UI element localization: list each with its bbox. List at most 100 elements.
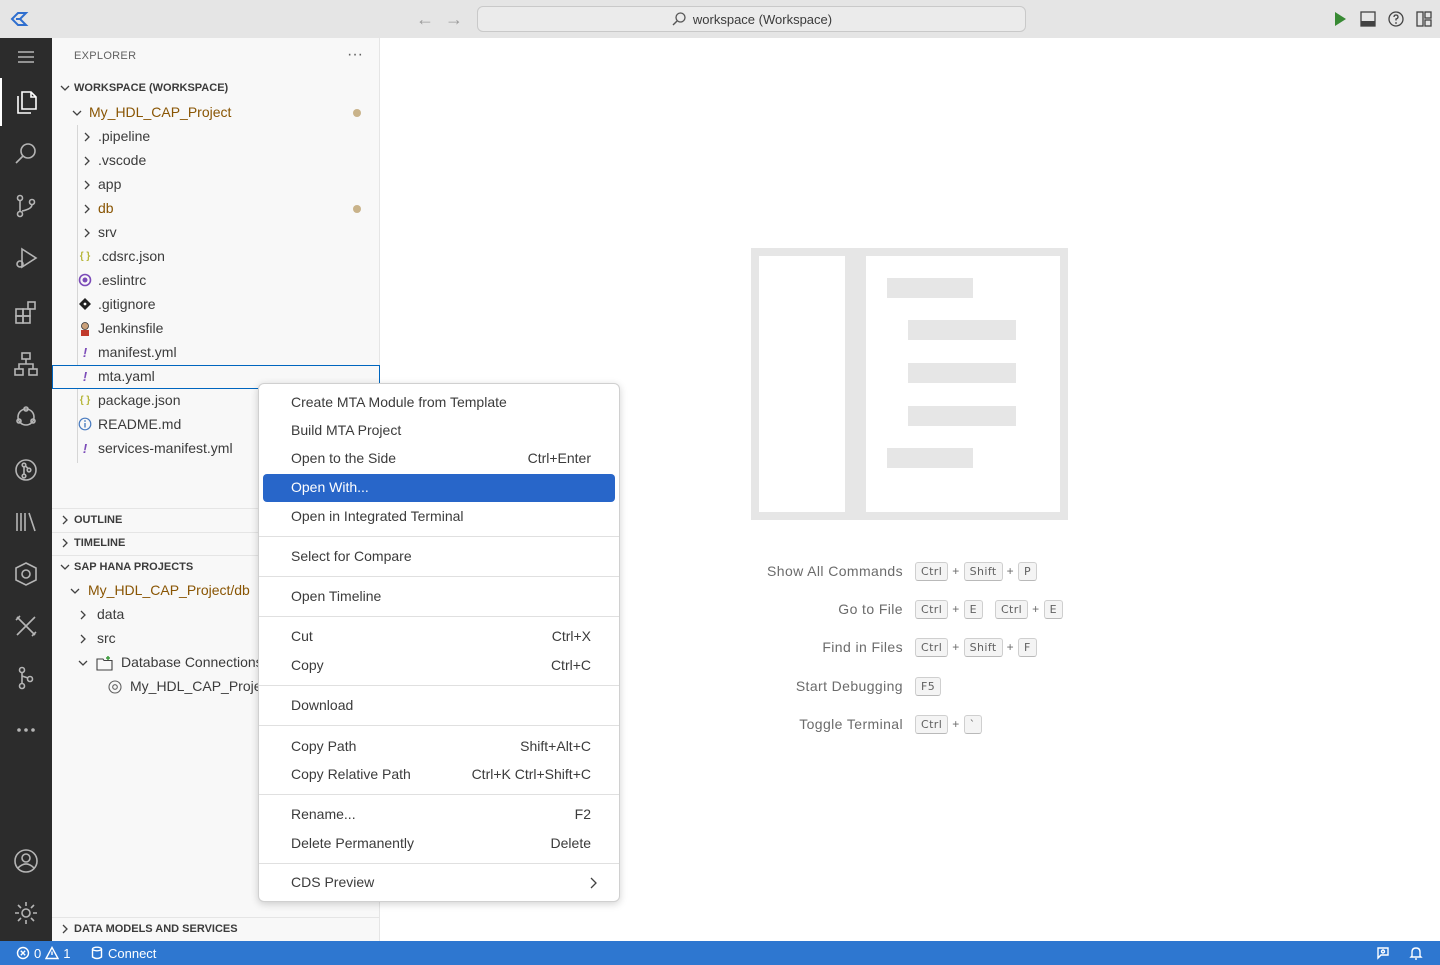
- tree-file-jenkinsfile[interactable]: Jenkinsfile: [52, 317, 380, 341]
- shortcut-toggle-terminal: Toggle Terminal Ctrl + `: [711, 713, 982, 735]
- tree-folder-pipeline[interactable]: .pipeline: [52, 125, 380, 149]
- search-icon: [672, 12, 686, 26]
- help-icon[interactable]: [1386, 8, 1406, 30]
- extensions-icon[interactable]: [0, 288, 52, 336]
- forward-arrow-icon[interactable]: →: [444, 9, 464, 29]
- more-actions-icon[interactable]: ···: [347, 46, 363, 64]
- tree-folder-app[interactable]: app: [52, 173, 380, 197]
- menu-separator: [259, 536, 619, 537]
- chevron-right-icon: [80, 610, 86, 620]
- connect-status[interactable]: Connect: [90, 944, 156, 962]
- library-icon[interactable]: [0, 498, 52, 546]
- tree-file-manifest[interactable]: ! manifest.yml: [52, 341, 380, 365]
- error-count: 0: [34, 945, 42, 961]
- chevron-right-icon: [84, 204, 90, 214]
- modified-dot: [353, 205, 361, 213]
- notifications-bell-icon[interactable]: [1408, 944, 1424, 962]
- run-debug-icon[interactable]: [0, 234, 52, 282]
- shortcut-show-all-commands: Show All Commands Ctrl + Shift + P: [711, 560, 1038, 582]
- tree-folder-srv[interactable]: srv: [52, 221, 380, 245]
- context-menu: Create MTA Module from Template Build MT…: [258, 383, 620, 902]
- workspace-section-header[interactable]: WORKSPACE (WORKSPACE): [52, 77, 380, 99]
- toggle-panel-icon[interactable]: [1358, 8, 1378, 30]
- shortcut-go-to-file: Go to File Ctrl + E Ctrl + E: [711, 598, 1063, 620]
- modified-dot: [353, 109, 361, 117]
- data-models-section-header[interactable]: DATA MODELS AND SERVICES: [52, 918, 380, 940]
- submenu-chevron-icon: [590, 877, 597, 889]
- git-graph-icon[interactable]: [0, 446, 52, 494]
- connection-gear-icon: [107, 679, 123, 695]
- chevron-down-icon: [70, 588, 80, 594]
- more-views-icon[interactable]: [0, 706, 52, 754]
- tree-folder-project[interactable]: My_HDL_CAP_Project: [52, 101, 380, 125]
- activity-bar: [0, 38, 52, 941]
- tree-file-gitignore[interactable]: .gitignore: [52, 293, 380, 317]
- back-arrow-icon[interactable]: ←: [415, 9, 435, 29]
- cloud-foundry-icon[interactable]: [0, 393, 52, 441]
- command-center-search[interactable]: workspace (Workspace): [477, 6, 1026, 32]
- json-file-icon: { }: [79, 395, 91, 406]
- json-file-icon: { }: [79, 251, 91, 262]
- menu-item-build-mta-project[interactable]: Build MTA Project: [263, 417, 615, 445]
- menu-item-cds-preview[interactable]: CDS Preview: [263, 869, 615, 897]
- sap-hana-icon[interactable]: [0, 340, 52, 388]
- menu-icon[interactable]: [0, 33, 52, 81]
- settings-gear-icon[interactable]: [0, 889, 52, 937]
- menu-item-cut[interactable]: Cut Ctrl+X: [263, 623, 615, 651]
- menu-item-select-for-compare[interactable]: Select for Compare: [263, 543, 615, 571]
- git-file-icon: [78, 297, 92, 313]
- tree-folder-db[interactable]: db: [52, 197, 380, 221]
- eslint-file-icon: [78, 273, 92, 289]
- storyboard-icon[interactable]: [0, 550, 52, 598]
- command-center-text: workspace (Workspace): [692, 11, 833, 27]
- menu-separator: [259, 616, 619, 617]
- explorer-title: EXPLORER: [74, 50, 137, 62]
- shortcut-find-in-files: Find in Files Ctrl + Shift + F: [711, 636, 1037, 658]
- chevron-right-icon: [80, 634, 86, 644]
- menu-separator: [259, 725, 619, 726]
- customize-layout-icon[interactable]: [1414, 8, 1434, 30]
- search-icon[interactable]: [0, 130, 52, 178]
- account-icon[interactable]: [0, 837, 52, 885]
- source-control-icon[interactable]: [0, 182, 52, 230]
- menu-item-open-integrated-terminal[interactable]: Open in Integrated Terminal: [263, 503, 615, 531]
- menu-item-open-timeline[interactable]: Open Timeline: [263, 583, 615, 611]
- menu-item-rename[interactable]: Rename... F2: [263, 801, 615, 829]
- chevron-down-icon: [72, 110, 82, 116]
- menu-item-copy-relative-path[interactable]: Copy Relative Path Ctrl+K Ctrl+Shift+C: [263, 761, 615, 789]
- tree-file-cdsrc[interactable]: { } .cdsrc.json: [52, 245, 380, 269]
- menu-item-download[interactable]: Download: [263, 692, 615, 720]
- error-icon: [16, 946, 30, 960]
- chevron-right-icon: [62, 538, 68, 548]
- editor-watermark-icon: [751, 248, 1068, 520]
- info-file-icon: [78, 417, 92, 433]
- menu-item-create-mta-module[interactable]: Create MTA Module from Template: [263, 389, 615, 417]
- menu-separator: [259, 863, 619, 864]
- menu-item-open-with[interactable]: Open With...: [263, 474, 615, 502]
- chevron-down-icon: [60, 564, 70, 570]
- menu-item-copy-path[interactable]: Copy Path Shift+Alt+C: [263, 733, 615, 761]
- menu-item-delete-permanently[interactable]: Delete Permanently Delete: [263, 830, 615, 858]
- menu-separator: [259, 685, 619, 686]
- chevron-right-icon: [84, 228, 90, 238]
- run-icon[interactable]: [1330, 8, 1350, 30]
- jenkins-file-icon: [78, 321, 92, 337]
- tree-file-eslintrc[interactable]: .eslintrc: [52, 269, 380, 293]
- chevron-down-icon: [78, 660, 88, 666]
- feedback-icon[interactable]: [1375, 944, 1391, 962]
- process-flow-icon[interactable]: [0, 654, 52, 702]
- menu-item-open-to-side[interactable]: Open to the Side Ctrl+Enter: [263, 445, 615, 473]
- database-icon: [91, 946, 103, 960]
- explorer-icon[interactable]: [0, 78, 52, 126]
- problems-indicator[interactable]: 0 1: [16, 944, 70, 962]
- tree-folder-vscode[interactable]: .vscode: [52, 149, 380, 173]
- chevron-right-icon: [62, 924, 68, 934]
- chevron-right-icon: [84, 180, 90, 190]
- database-folder-icon: [96, 655, 114, 671]
- menu-item-copy[interactable]: Copy Ctrl+C: [263, 652, 615, 680]
- warning-icon: [45, 946, 60, 960]
- shortcut-start-debugging: Start Debugging F5: [711, 675, 942, 697]
- tools-icon[interactable]: [0, 602, 52, 650]
- app-logo-icon: [9, 9, 29, 29]
- warning-count: 1: [63, 945, 71, 961]
